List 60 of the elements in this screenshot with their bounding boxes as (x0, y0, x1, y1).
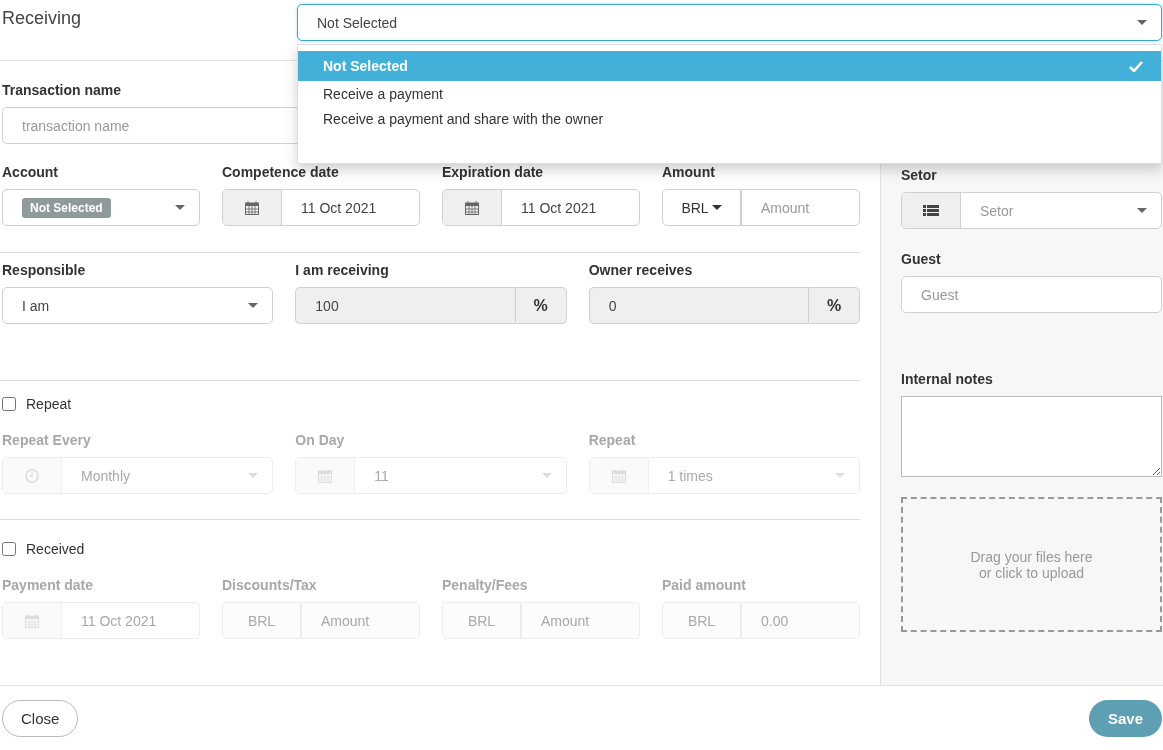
field-label: Repeat (588, 432, 636, 448)
field-label: Account (2, 164, 58, 180)
caret-icon (1137, 208, 1147, 213)
checkbox[interactable] (2, 397, 16, 411)
dropdown-option[interactable]: Receive a payment and share with the owner (298, 106, 1161, 131)
field-label: Paid amount (662, 577, 746, 593)
field-label: Responsible (2, 262, 86, 278)
field-label: Repeat Every (2, 432, 91, 448)
checkbox-label: Repeat (26, 396, 72, 412)
field-label: Expiration date (442, 164, 544, 180)
field-label: On Day (295, 432, 345, 448)
percent-unit: % (808, 287, 860, 324)
currency-button[interactable]: BRL (662, 189, 741, 226)
caret-icon (248, 473, 259, 478)
calendar-icon (318, 468, 333, 483)
clock-icon (25, 468, 39, 483)
field-label: Owner receives (588, 262, 693, 278)
field-label: Transaction name (2, 82, 122, 98)
caret-icon (711, 205, 722, 210)
field-label: Internal notes (901, 371, 993, 387)
status-badge: Not Selected (22, 197, 111, 218)
list-icon (923, 204, 939, 217)
caret-icon (175, 205, 185, 210)
type-select[interactable]: Not Selected (297, 4, 1162, 41)
notes-field[interactable] (901, 396, 1162, 477)
close-button[interactable]: Close (2, 699, 79, 737)
amount-field[interactable]: Amount (741, 189, 860, 226)
calendar-icon (25, 613, 39, 628)
dropdown-option[interactable]: Not Selected (298, 51, 1161, 81)
check-icon (1129, 60, 1143, 72)
caret-icon (835, 473, 845, 478)
upload-dropzone[interactable]: Drag your files here or click to upload (901, 497, 1162, 632)
percent-field[interactable]: 0 (588, 287, 808, 324)
caret-icon (1137, 20, 1147, 25)
dropdown-option[interactable]: Receive a payment (298, 81, 1161, 106)
calendar-icon (245, 200, 259, 215)
field-label: Guest (901, 251, 941, 267)
text-field[interactable]: Guest (901, 276, 1162, 313)
calendar-icon (611, 468, 626, 483)
field-label: Competence date (222, 164, 339, 180)
checkbox-label: Received (26, 541, 85, 557)
field-label: Amount (662, 164, 715, 180)
select-field[interactable]: Not Selected (2, 189, 200, 226)
calendar-icon (465, 200, 479, 215)
save-button[interactable]: Save (1088, 699, 1162, 737)
caret-icon (541, 473, 552, 478)
date-field[interactable]: 11 Oct 2021 (442, 189, 640, 226)
select-field[interactable]: Setor (901, 192, 1162, 229)
field-label: Payment date (2, 577, 94, 593)
dialog-title: Receiving (2, 8, 83, 29)
caret-icon (248, 303, 259, 308)
field-label: I am receiving (295, 262, 389, 278)
field-label: Setor (901, 167, 937, 183)
select-field[interactable]: I am (2, 287, 274, 324)
date-field[interactable]: 11 Oct 2021 (222, 189, 420, 226)
percent-field[interactable]: 100 (295, 287, 515, 324)
field-label: Penalty/Fees (442, 577, 528, 593)
percent-unit: % (514, 287, 567, 324)
field-label: Discounts/Tax (222, 577, 317, 593)
checkbox[interactable] (2, 542, 16, 556)
